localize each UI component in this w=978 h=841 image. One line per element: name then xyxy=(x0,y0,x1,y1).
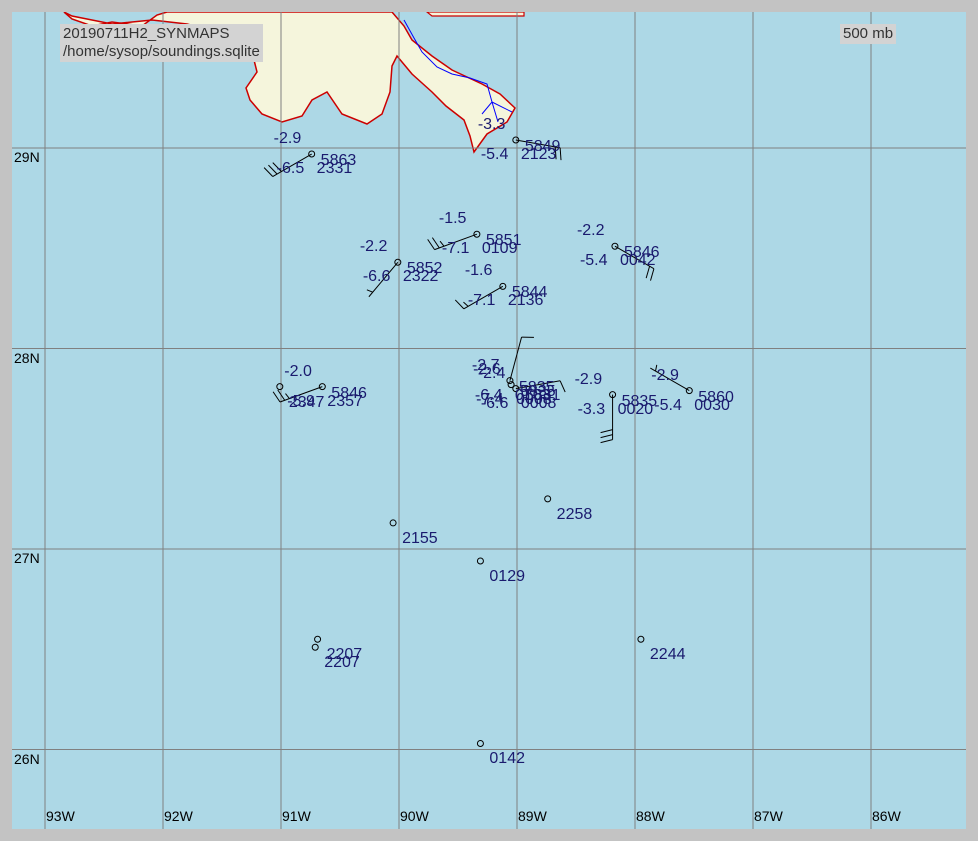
station-temperature: -3.3 xyxy=(477,115,506,133)
station-dewpoint: -6.6 xyxy=(480,394,509,412)
wind-barb-flag xyxy=(600,434,613,439)
station-temperature: -2.9 xyxy=(574,370,603,388)
station-circle xyxy=(311,643,319,651)
station-id: 2347 xyxy=(288,393,325,411)
station-id: 0030 xyxy=(694,396,730,414)
database-path: /home/sysop/soundings.sqlite xyxy=(63,43,260,60)
station-temperature: -1.6 xyxy=(464,262,493,280)
lon-label: 89W xyxy=(518,808,547,824)
station-id: 2155 xyxy=(402,529,438,547)
wind-barb-flag xyxy=(600,429,613,434)
station-dewpoint: -6.6 xyxy=(362,268,391,286)
station-id: 2136 xyxy=(507,292,544,310)
sounding-map[interactable]: 20190711H2_SYNMAPS /home/sysop/soundings… xyxy=(12,12,966,829)
station-id: 0109 xyxy=(481,240,518,258)
station-temperature: -2.9 xyxy=(651,366,679,384)
station-circle xyxy=(389,519,397,527)
station-id: 2322 xyxy=(402,268,439,286)
lon-label: 91W xyxy=(282,808,311,824)
lon-label: 87W xyxy=(754,808,783,824)
station-temperature: -2.2 xyxy=(359,238,388,256)
lat-label: 27N xyxy=(14,550,40,566)
station-id: 2244 xyxy=(649,646,686,664)
station-circle xyxy=(314,635,322,643)
station-circle xyxy=(637,635,645,643)
station-dewpoint: -5.4 xyxy=(480,145,509,163)
station-id: 0020 xyxy=(617,400,654,418)
station-dewpoint: -5.4 xyxy=(579,252,608,270)
station-id: 2207 xyxy=(324,654,360,672)
title-box: 20190711H2_SYNMAPS /home/sysop/soundings… xyxy=(60,24,263,62)
station-circle xyxy=(476,557,484,565)
station-temperature: -1.5 xyxy=(438,210,467,228)
wind-barb-flag xyxy=(427,239,436,250)
station-temperature: -2.0 xyxy=(284,362,312,380)
station-temperature: -2.9 xyxy=(273,130,302,147)
station-temperature: -2.2 xyxy=(576,222,605,240)
lon-label: 92W xyxy=(164,808,193,824)
station-dewpoint: -7.1 xyxy=(467,292,496,310)
station-temperature: -2.4 xyxy=(477,364,506,382)
station-id: 0129 xyxy=(489,568,525,586)
coast-fringe xyxy=(426,12,525,17)
lon-label: 86W xyxy=(872,808,901,824)
lat-label: 28N xyxy=(14,349,40,366)
station-circle xyxy=(476,739,484,747)
station-id: 2123 xyxy=(520,145,557,163)
wind-barb-flag xyxy=(650,268,655,281)
wind-barb-flag xyxy=(559,380,566,393)
wind-barb-half xyxy=(366,289,373,293)
station-dewpoint: -7.1 xyxy=(441,240,470,258)
station-id: 2258 xyxy=(556,505,593,523)
station-id: 0042 xyxy=(619,252,656,270)
station-id: 0008 xyxy=(520,394,557,412)
station-id: 0142 xyxy=(489,750,525,768)
map-frame: 20190711H2_SYNMAPS /home/sysop/soundings… xyxy=(0,0,978,841)
pressure-level-badge: 500 mb xyxy=(840,24,897,44)
wind-barb-shaft xyxy=(509,336,523,381)
wind-barb-flag xyxy=(431,237,440,249)
wind-barb-flag xyxy=(263,167,274,177)
wind-barb-flag xyxy=(454,299,465,310)
station-circle xyxy=(276,383,284,391)
lon-label: 88W xyxy=(636,808,665,824)
map-canvas xyxy=(12,12,966,829)
lat-label: 29N xyxy=(14,149,40,165)
station-id: 2357 xyxy=(327,392,363,410)
station-dewpoint: -6.5 xyxy=(276,160,305,177)
station-circle xyxy=(544,495,552,503)
wind-barb-flag xyxy=(600,439,613,444)
map-title: 20190711H2_SYNMAPS xyxy=(63,25,230,42)
station-dewpoint: -5.4 xyxy=(654,396,682,414)
lat-label: 26N xyxy=(14,750,40,767)
station-dewpoint: -3.3 xyxy=(577,400,606,418)
station-id: 2331 xyxy=(316,160,353,177)
lon-label: 93W xyxy=(46,808,75,824)
lon-label: 90W xyxy=(400,808,429,824)
lat-lon-grid xyxy=(12,12,966,829)
wind-barb-flag xyxy=(272,391,281,403)
